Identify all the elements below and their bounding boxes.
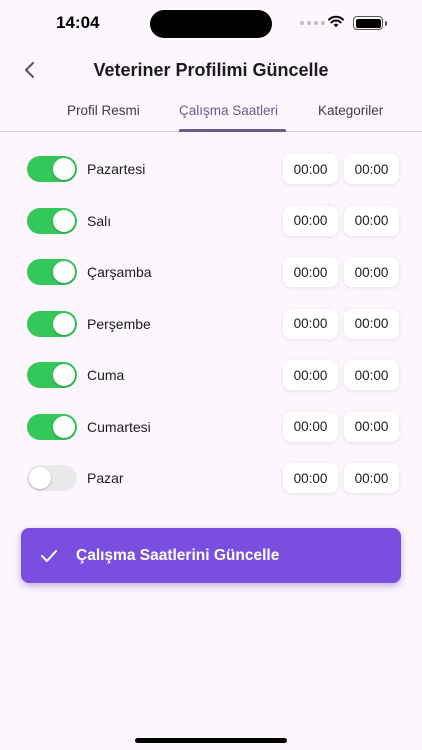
toggle-monday[interactable] (27, 156, 77, 182)
day-row-monday: Pazartesi 00:00 00:00 (0, 148, 422, 200)
day-label: Pazar (87, 470, 124, 486)
day-label: Çarşamba (87, 264, 152, 280)
toggle-sunday[interactable] (27, 465, 77, 491)
battery-icon (353, 16, 387, 30)
end-time-button[interactable]: 00:00 (344, 205, 399, 236)
toggle-thursday[interactable] (27, 310, 77, 337)
page-title: Veteriner Profilimi Güncelle (93, 60, 329, 80)
tab-profile-picture[interactable]: Profil Resmi (67, 103, 140, 118)
start-time-button[interactable]: 00:00 (283, 154, 338, 184)
end-time-button[interactable]: 00:00 (344, 308, 399, 339)
end-time-button[interactable]: 00:00 (344, 257, 399, 287)
home-indicator (135, 738, 287, 743)
day-row-tuesday: Salı 00:00 00:00 (0, 200, 422, 252)
tab-bar: Profil Resmi Çalışma Saatleri Kategorile… (0, 96, 422, 132)
day-row-saturday: Cumartesi 00:00 00:00 (0, 406, 422, 458)
day-label: Cumartesi (87, 418, 151, 435)
status-time: 14:04 (56, 13, 100, 32)
start-time-button[interactable]: 00:00 (283, 463, 338, 493)
end-time-button[interactable]: 00:00 (344, 360, 399, 390)
app-header: Veteriner Profilimi Güncelle (0, 52, 422, 90)
toggle-saturday[interactable] (27, 413, 77, 440)
tab-categories[interactable]: Kategoriler (318, 103, 383, 118)
wifi-icon (328, 15, 344, 28)
start-time-button[interactable]: 00:00 (283, 360, 338, 390)
dynamic-island (150, 10, 272, 38)
end-time-button[interactable]: 00:00 (344, 411, 399, 442)
end-time-button[interactable]: 00:00 (344, 154, 399, 184)
status-bar: 14:04 (0, 0, 422, 48)
day-row-friday: Cuma 00:00 00:00 (0, 354, 422, 406)
update-working-hours-button[interactable]: Çalışma Saatlerini Güncelle (21, 528, 401, 583)
update-button-label: Çalışma Saatlerini Güncelle (76, 546, 280, 564)
cellular-signal-icon (300, 21, 325, 25)
start-time-button[interactable]: 00:00 (283, 308, 338, 339)
day-label: Cuma (87, 367, 125, 383)
end-time-button[interactable]: 00:00 (344, 463, 399, 493)
start-time-button[interactable]: 00:00 (283, 257, 338, 287)
start-time-button[interactable]: 00:00 (283, 205, 338, 236)
start-time-button[interactable]: 00:00 (283, 411, 338, 442)
day-label: Salı (87, 212, 112, 229)
toggle-friday[interactable] (27, 362, 77, 388)
day-row-wednesday: Çarşamba 00:00 00:00 (0, 251, 422, 303)
day-row-thursday: Perşembe 00:00 00:00 (0, 303, 422, 355)
working-hours-list: Pazartesi 00:00 00:00 Salı 00:00 00:00 Ç… (0, 148, 422, 509)
tab-working-hours[interactable]: Çalışma Saatleri (179, 103, 278, 118)
check-icon (39, 546, 59, 566)
toggle-wednesday[interactable] (27, 259, 77, 285)
day-label: Pazartesi (87, 161, 146, 177)
toggle-tuesday[interactable] (27, 207, 77, 234)
day-row-sunday: Pazar 00:00 00:00 (0, 457, 422, 509)
active-tab-indicator (179, 129, 286, 132)
day-label: Perşembe (87, 315, 151, 332)
